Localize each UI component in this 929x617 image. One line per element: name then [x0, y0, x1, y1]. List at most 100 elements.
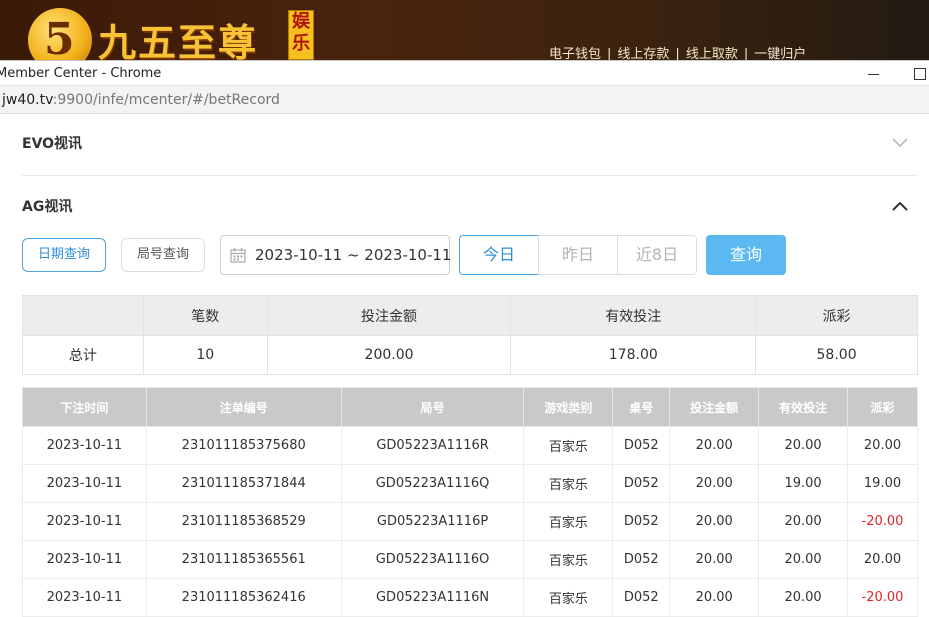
cell-payout: 20.00 [847, 426, 918, 465]
cell-valid-bet: 20.00 [758, 502, 848, 541]
summary-total-row: 总计 10 200.00 178.00 58.00 [22, 335, 918, 375]
address-url: jw40.tv:9900/infe/mcenter/#/betRecord [2, 92, 280, 108]
section-ag-title: AG视讯 [22, 199, 73, 215]
logo-icon[interactable]: 5 [28, 8, 92, 60]
link-e-wallet[interactable]: 电子钱包 [549, 47, 601, 60]
cell-round-no: GD05223A1116P [340, 502, 525, 541]
cell-payout: 20.00 [847, 540, 918, 579]
cell-round-no: GD05223A1116N [340, 578, 525, 617]
cell-bet-time: 2023-10-11 [22, 464, 147, 503]
summary-valid-bet: 178.00 [510, 335, 757, 375]
section-ag[interactable]: AG视讯 [22, 196, 918, 216]
logo-glyph: 5 [44, 14, 75, 60]
cell-table-no: D052 [612, 540, 671, 579]
cell-table-no: D052 [612, 464, 671, 503]
query-button[interactable]: 查询 [706, 235, 786, 275]
table-row: 2023-10-11 231011185375680 GD05223A1116R 百家… [22, 426, 918, 465]
table-row: 2023-10-11 231011185365561 GD05223A1116O 百家… [22, 540, 918, 579]
date-query-tab[interactable]: 日期查询 [22, 238, 106, 272]
separator: | [607, 47, 612, 60]
cell-table-no: D052 [612, 578, 671, 617]
cell-bet-time: 2023-10-11 [22, 426, 147, 465]
cell-table-no: D052 [612, 426, 671, 465]
chevron-up-icon[interactable] [890, 196, 910, 216]
link-online-deposit[interactable]: 线上存款 [617, 47, 669, 60]
cell-table-no: D052 [612, 502, 671, 541]
calendar-icon [230, 247, 246, 263]
address-bar[interactable]: jw40.tv:9900/infe/mcenter/#/betRecord [0, 86, 929, 114]
quick-today-button[interactable]: 今日 [459, 235, 539, 275]
section-divider [22, 175, 918, 176]
cell-bet-amount: 20.00 [669, 426, 760, 465]
header-payout: 派彩 [847, 387, 918, 427]
header-table-no: 桌号 [612, 387, 671, 427]
cell-game-type: 百家乐 [523, 464, 614, 503]
cell-game-type: 百家乐 [523, 502, 614, 541]
brand-tag: 娱乐 [288, 10, 314, 60]
cell-valid-bet: 20.00 [758, 540, 848, 579]
separator: | [675, 47, 680, 60]
url-path: :9900/infe/mcenter/#/betRecord [52, 92, 280, 108]
chevron-down-icon[interactable] [890, 133, 910, 153]
cell-valid-bet: 19.00 [758, 464, 848, 503]
summary-header-valid-bet: 有效投注 [510, 295, 757, 336]
section-evo-title: EVO视讯 [22, 136, 83, 152]
cell-payout: 19.00 [847, 464, 918, 503]
quick-yesterday-button[interactable]: 昨日 [538, 235, 618, 275]
summary-header-row: 笔数 投注金额 有效投注 派彩 [22, 295, 918, 336]
cell-bet-time: 2023-10-11 [22, 502, 147, 541]
url-host: jw40.tv [2, 92, 53, 108]
summary-count: 10 [142, 335, 268, 375]
header-bet-time: 下注时间 [22, 387, 147, 427]
separator: | [743, 47, 749, 60]
cell-payout: -20.00 [847, 578, 918, 617]
header-game-type: 游戏类别 [523, 387, 614, 427]
round-query-tab[interactable]: 局号查询 [121, 238, 205, 272]
banner-nav: 电子钱包 | 线上存款 | 线上取款 | 一键归户 [549, 43, 806, 60]
cell-valid-bet: 20.00 [758, 578, 848, 617]
header-round-no: 局号 [340, 387, 525, 427]
cell-bet-time: 2023-10-11 [22, 540, 147, 579]
maximize-icon[interactable] [909, 64, 929, 84]
cell-order-no: 231011185371844 [145, 464, 342, 503]
cell-bet-time: 2023-10-11 [22, 578, 147, 617]
cell-order-no: 231011185368529 [145, 502, 342, 541]
summary-bet-amount: 200.00 [266, 335, 512, 375]
table-row: 2023-10-11 231011185371844 GD05223A1116Q 百家… [22, 464, 918, 503]
bet-records-table: 下注时间 注单编号 局号 游戏类别 桌号 投注金额 有效投注 派彩 2023-1… [22, 387, 918, 617]
summary-header-cell [22, 295, 144, 336]
cell-bet-amount: 20.00 [669, 540, 760, 579]
cell-round-no: GD05223A1116Q [340, 464, 525, 503]
cell-valid-bet: 20.00 [758, 426, 848, 465]
cell-order-no: 231011185375680 [145, 426, 342, 465]
records-header-row: 下注时间 注单编号 局号 游戏类别 桌号 投注金额 有效投注 派彩 [22, 387, 918, 427]
cell-round-no: GD05223A1116O [340, 540, 525, 579]
cell-payout: -20.00 [847, 502, 918, 541]
date-range-value: 2023-10-11 ~ 2023-10-11 [255, 246, 452, 264]
summary-table: 笔数 投注金额 有效投注 派彩 总计 10 200.00 178.00 58.0… [22, 295, 918, 375]
cell-bet-amount: 20.00 [669, 502, 760, 541]
header-valid-bet: 有效投注 [758, 387, 848, 427]
cell-game-type: 百家乐 [523, 426, 614, 465]
summary-header-payout: 派彩 [755, 295, 918, 336]
cell-order-no: 231011185365561 [145, 540, 342, 579]
header-bet-amount: 投注金额 [669, 387, 760, 427]
table-row: 2023-10-11 231011185362416 GD05223A1116N 百家… [22, 578, 918, 617]
cell-round-no: GD05223A1116R [340, 426, 525, 465]
summary-total-label: 总计 [22, 335, 144, 375]
section-evo[interactable]: EVO视讯 [22, 133, 918, 153]
table-row: 2023-10-11 231011185368529 GD05223A1116P 百家… [22, 502, 918, 541]
link-one-click-transfer[interactable]: 一键归户 [754, 47, 806, 60]
date-range-picker[interactable]: 2023-10-11 ~ 2023-10-11 [220, 235, 452, 275]
link-online-withdraw[interactable]: 线上取款 [686, 47, 738, 60]
minimize-icon[interactable] [864, 64, 884, 84]
window-title: Member Center - Chrome [0, 66, 162, 81]
quick-last-8-days-button[interactable]: 近8日 [617, 235, 697, 275]
cell-order-no: 231011185362416 [145, 578, 342, 617]
summary-payout: 58.00 [755, 335, 918, 375]
window-title-bar: Member Center - Chrome [0, 60, 929, 86]
summary-header-count: 笔数 [142, 295, 268, 336]
header-order-no: 注单编号 [145, 387, 342, 427]
cell-game-type: 百家乐 [523, 540, 614, 579]
summary-header-bet-amount: 投注金额 [266, 295, 512, 336]
